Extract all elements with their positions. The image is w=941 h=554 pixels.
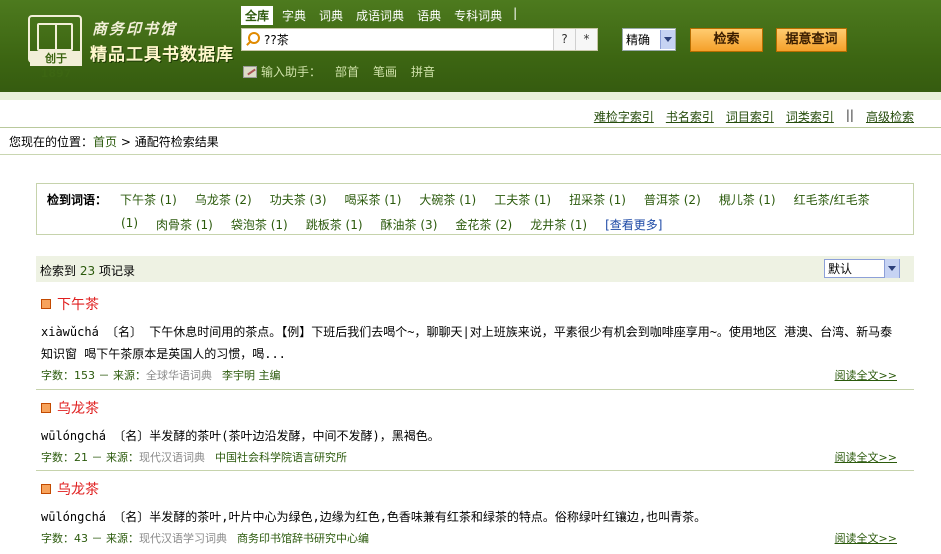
search-box: ? * <box>241 28 598 51</box>
scope-tabs: 全库 字典 词典 成语词典 语典 专科词典 | <box>241 6 517 25</box>
word-link[interactable]: 扭采茶 (1) <box>569 191 626 208</box>
breadcrumb: 您现在的位置：首页 > 通配符检索结果 <box>9 133 219 150</box>
scope-separator: | <box>513 6 518 20</box>
word-link[interactable]: 龙井茶 (1) <box>530 216 587 233</box>
entry-meta: 字数：153 － 来源： 全球华语词典 李宇明 主编 阅读全文>> <box>41 367 897 383</box>
bullet-icon <box>41 484 51 494</box>
wildcard-question-button[interactable]: ? <box>553 29 575 50</box>
results-count: 检索到 23 项记录 <box>40 264 135 278</box>
assist-stroke-link[interactable]: 笔画 <box>373 63 397 80</box>
input-assistant: 输入助手： 部首 笔画 拼音 <box>243 63 435 80</box>
sort-value: 默认 <box>828 262 853 276</box>
index-link-hard-chars[interactable]: 难检字索引 <box>594 108 654 125</box>
word-link[interactable]: 工夫茶 (1) <box>494 191 551 208</box>
scope-tab-zidian[interactable]: 字典 <box>278 6 310 25</box>
logo-year: 创于1897 <box>30 51 82 80</box>
entry-meta: 字数：43 － 来源： 现代汉语学习词典 商务印书馆辞书研究中心编 阅读全文>> <box>41 530 897 546</box>
entry-source: 现代汉语词典 <box>139 451 205 464</box>
word-link[interactable]: 跳板茶 (1) <box>306 216 363 233</box>
scope-tab-cidian[interactable]: 词典 <box>315 6 347 25</box>
wildcard-star-button[interactable]: * <box>575 29 597 50</box>
entry-definition: xiàwǔchá 〔名〕 下午休息时间用的茶点。【例】下班后我们去喝个~，聊聊天… <box>41 325 893 361</box>
entry-title-link[interactable]: 乌龙茶 <box>41 398 901 418</box>
word-link[interactable]: 喝采茶 (1) <box>345 191 402 208</box>
search-button[interactable]: 检索 <box>690 28 763 52</box>
entry-author: 商务印书馆辞书研究中心编 <box>237 532 369 545</box>
word-count: (1) <box>121 216 138 230</box>
scope-tab-all[interactable]: 全库 <box>241 6 274 25</box>
word-link[interactable]: 大碗茶 (1) <box>419 191 476 208</box>
search-icon <box>242 29 264 50</box>
divider <box>36 389 914 390</box>
index-link-books[interactable]: 书名索引 <box>666 108 714 125</box>
found-words-row: (1) 肉骨茶 (1) 袋泡茶 (1) 跳板茶 (1) 酥油茶 (3) 金花茶 … <box>121 216 662 233</box>
read-more-link[interactable]: 阅读全文>> <box>835 367 897 383</box>
pencil-icon <box>243 65 257 78</box>
view-more-link[interactable]: [查看更多] <box>605 216 662 233</box>
entry-definition: wūlóngchá 〔名〕半发酵的茶叶,叶片中心为绿色,边缘为红色,色香味兼有红… <box>41 510 707 524</box>
word-link[interactable]: 袋泡茶 (1) <box>231 216 288 233</box>
word-link[interactable]: 乌龙茶 (2) <box>195 191 252 208</box>
breadcrumb-prefix: 您现在的位置： <box>9 135 94 149</box>
scope-tab-chengyu[interactable]: 成语词典 <box>352 6 408 25</box>
found-words-row: 下午茶 (1) 乌龙茶 (2) 功夫茶 (3) 喝采茶 (1) 大碗茶 (1) … <box>120 191 888 208</box>
breadcrumb-home-link[interactable]: 首页 <box>93 135 117 149</box>
found-words-label: 检到词语： <box>47 193 108 207</box>
brand-publisher: 商务印书馆 <box>92 20 178 38</box>
entry-source: 全球华语词典 <box>146 369 212 382</box>
index-separator: || <box>845 108 854 122</box>
word-link[interactable]: 普洱茶 (2) <box>644 191 701 208</box>
word-link[interactable]: 梘儿茶 (1) <box>719 191 776 208</box>
index-link-word-class[interactable]: 词类索引 <box>786 108 834 125</box>
search-input[interactable] <box>264 29 553 50</box>
entry-definition: wūlóngchá 〔名〕半发酵的茶叶(茶叶边沿发酵，中间不发酵)，黑褐色。 <box>41 429 440 443</box>
word-link[interactable]: 红毛茶/红毛茶 <box>794 191 870 208</box>
entry-meta: 字数：21 － 来源： 现代汉语词典 中国社会科学院语言研究所 阅读全文>> <box>41 449 897 465</box>
chevron-down-icon <box>884 259 899 278</box>
advanced-search-link[interactable]: 高级检索 <box>866 108 914 125</box>
index-link-entries[interactable]: 词目索引 <box>726 108 774 125</box>
match-mode-select[interactable]: 精确 <box>622 28 676 51</box>
chevron-down-icon <box>660 30 675 49</box>
header-bottom-bar <box>0 92 941 100</box>
scope-tab-yudian[interactable]: 语典 <box>413 6 445 25</box>
breadcrumb-arrow: > <box>120 135 131 149</box>
match-mode-value: 精确 <box>626 33 651 47</box>
result-entry: 乌龙茶 wūlóngchá 〔名〕半发酵的茶叶(茶叶边沿发酵，中间不发酵)，黑褐… <box>41 398 901 465</box>
read-more-link[interactable]: 阅读全文>> <box>835 530 897 546</box>
results-header: 检索到 23 项记录 默认 <box>36 256 914 282</box>
entry-source: 现代汉语学习词典 <box>139 532 227 545</box>
assist-label: 输入助手： <box>261 65 322 79</box>
entry-author: 中国社会科学院语言研究所 <box>215 451 347 464</box>
word-link[interactable]: 功夫茶 (3) <box>270 191 327 208</box>
bullet-icon <box>41 299 51 309</box>
entry-title-link[interactable]: 乌龙茶 <box>41 479 901 499</box>
index-bar: 难检字索引 书名索引 词目索引 词类索引 || 高级检索 <box>0 104 941 128</box>
header: 创于1897 商务印书馆 精品工具书数据库 全库 字典 词典 成语词典 语典 专… <box>0 0 941 100</box>
brand-title: 精品工具书数据库 <box>90 45 234 65</box>
divider <box>0 154 941 155</box>
word-link[interactable]: 下午茶 (1) <box>120 191 177 208</box>
word-link[interactable]: 金花茶 (2) <box>455 216 512 233</box>
result-entry: 下午茶 xiàwǔchá 〔名〕 下午休息时间用的茶点。【例】下班后我们去喝个~… <box>41 294 901 383</box>
divider <box>36 470 914 471</box>
assist-pinyin-link[interactable]: 拼音 <box>411 63 435 80</box>
word-link[interactable]: 肉骨茶 (1) <box>156 216 213 233</box>
assist-radical-link[interactable]: 部首 <box>335 63 359 80</box>
entry-title-link[interactable]: 下午茶 <box>41 294 901 314</box>
word-link[interactable]: 酥油茶 (3) <box>381 216 438 233</box>
read-more-link[interactable]: 阅读全文>> <box>835 449 897 465</box>
found-words-box: 检到词语： 下午茶 (1) 乌龙茶 (2) 功夫茶 (3) 喝采茶 (1) 大碗… <box>36 183 914 235</box>
breadcrumb-current: 通配符检索结果 <box>134 135 219 149</box>
result-entry: 乌龙茶 wūlóngchá 〔名〕半发酵的茶叶,叶片中心为绿色,边缘为红色,色香… <box>41 479 901 546</box>
bullet-icon <box>41 403 51 413</box>
sort-select[interactable]: 默认 <box>824 259 900 278</box>
entry-author: 李宇明 主编 <box>222 369 281 382</box>
scope-tab-zhuanke[interactable]: 专科词典 <box>450 6 506 25</box>
meaning-search-button[interactable]: 据意查词 <box>776 28 847 52</box>
